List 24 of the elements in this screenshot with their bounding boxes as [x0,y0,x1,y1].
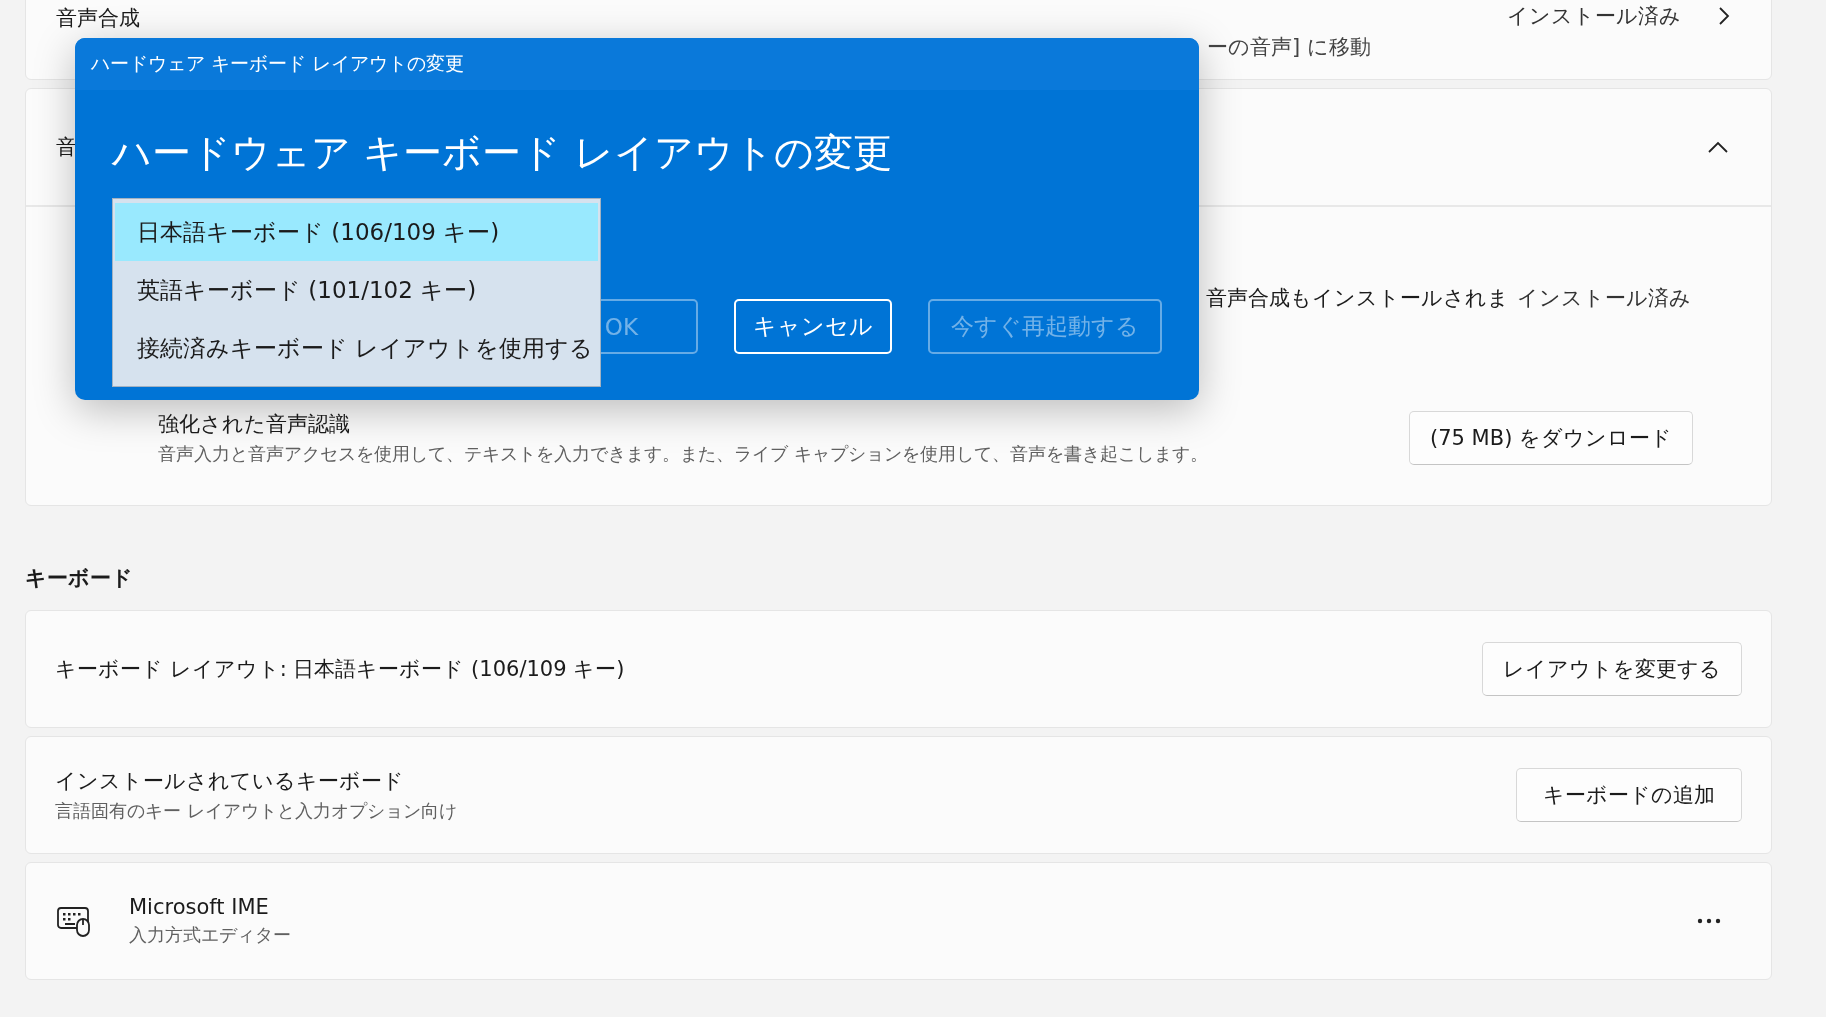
setting-description: ーの音声] に移動 [1207,34,1372,61]
change-layout-button[interactable]: レイアウトを変更する [1482,642,1742,696]
keyboard-description: 入力方式エディター [129,923,292,947]
setting-description: 音声入力と音声アクセスを使用して、テキストを入力できます。また、ライブ キャプションを使用して、音声を書き起こします。 [158,442,1208,466]
setting-description: 音声合成もインストールされま [1206,285,1509,312]
setting-title: 音声合成 [56,4,141,32]
status-text: インストール済み [1517,285,1691,312]
chevron-icon[interactable] [1707,140,1729,154]
dialog-button[interactable]: キャンセル [734,299,892,354]
setting-title: キーボード レイアウト: 日本語キーボード (106/109 キー) [55,656,625,683]
setting-title: 音 [56,134,77,161]
status-text: インストール済み [1507,3,1681,30]
window-title: ハードウェア キーボード レイアウトの変更 [91,51,465,76]
setting-description: 言語固有のキー レイアウトと入力オプション向け [55,799,457,823]
section-heading: キーボード [25,565,134,592]
more-icon[interactable] [1697,918,1721,924]
dialog-heading: ハードウェア キーボード レイアウトの変更 [110,129,893,177]
dropdown-option[interactable]: 日本語キーボード (106/109 キー) [115,203,598,261]
add-keyboard-button[interactable]: キーボードの追加 [1516,768,1742,822]
setting-title: 強化された音声認識 [158,411,351,438]
download-button[interactable]: (75 MB) をダウンロード [1409,411,1693,465]
chevron-right-icon[interactable] [1717,5,1731,27]
keyboard-name: Microsoft IME [129,895,270,919]
setting-title: インストールされているキーボード [55,768,405,795]
